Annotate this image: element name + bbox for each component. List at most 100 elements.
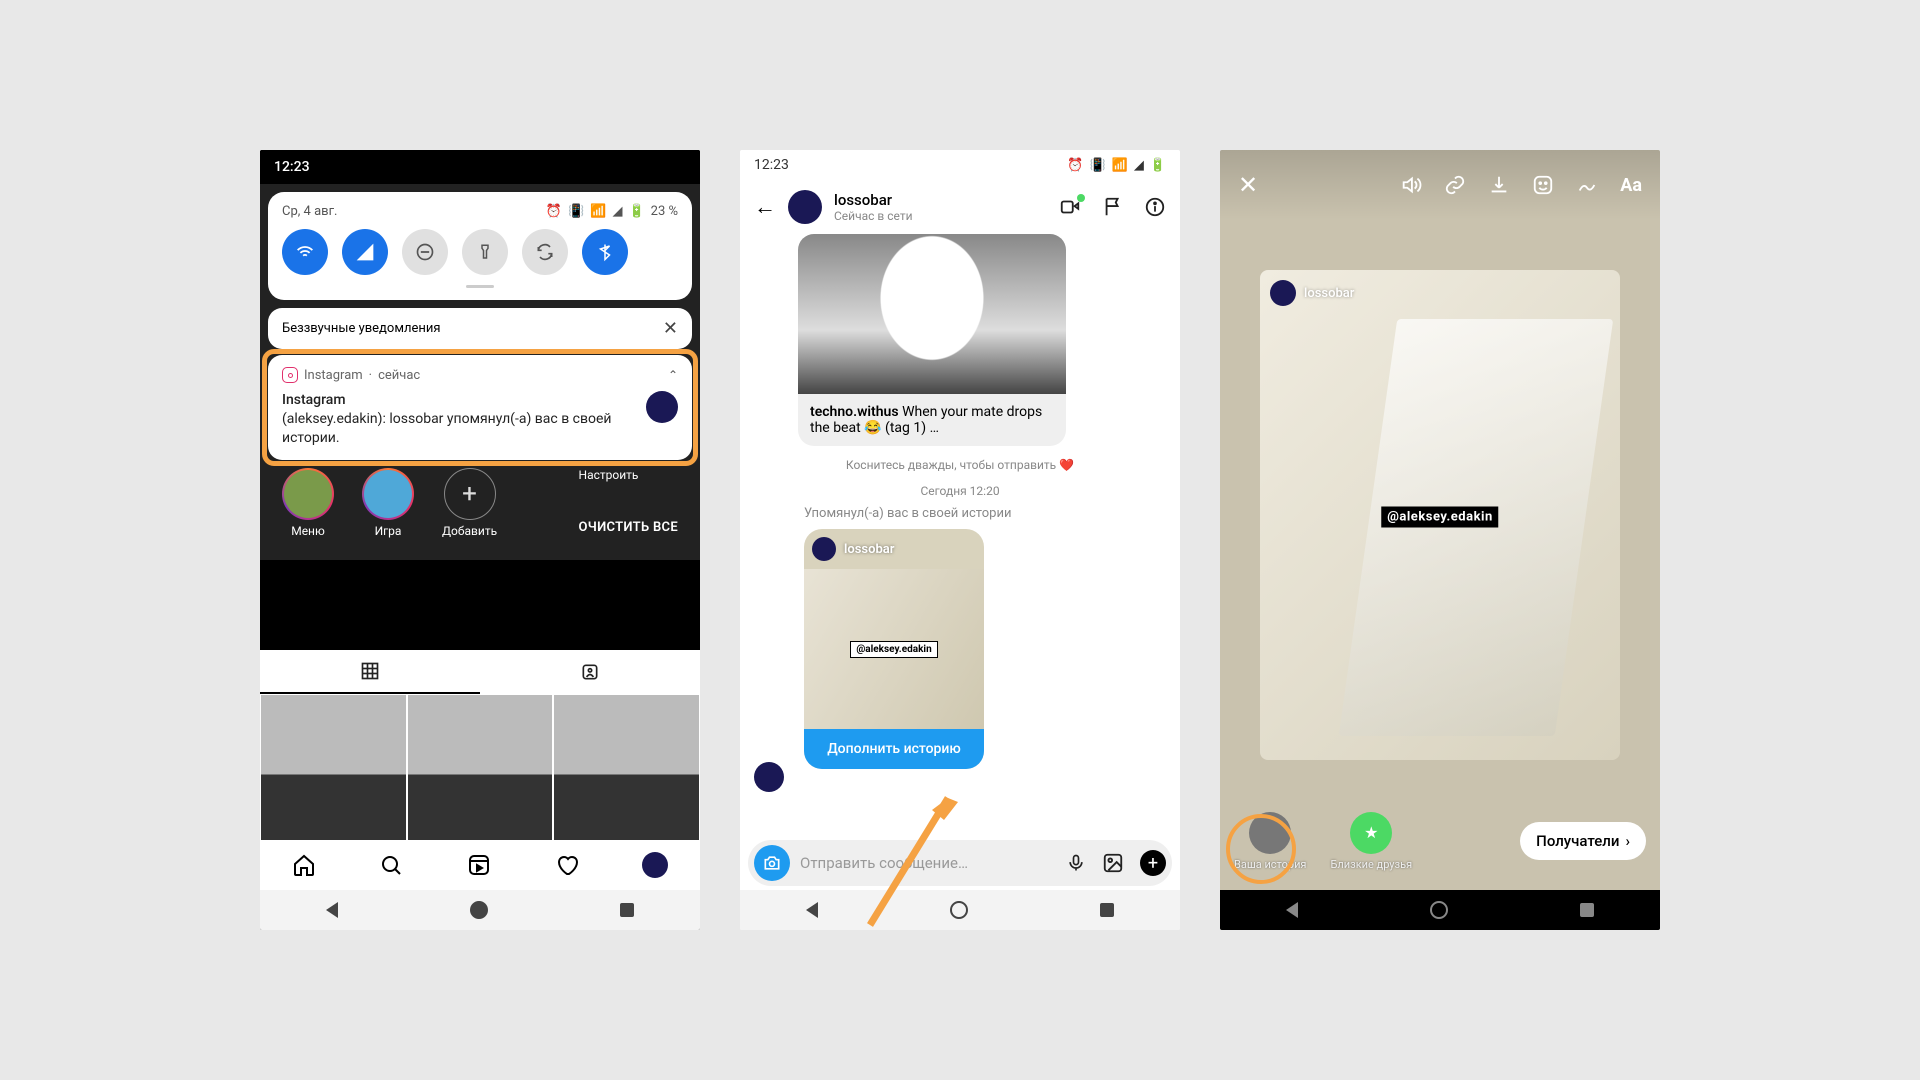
recents-button[interactable] <box>1100 903 1114 917</box>
heart-icon[interactable] <box>555 853 579 877</box>
draw-icon[interactable] <box>1576 174 1598 196</box>
your-story-label: Ваша история <box>1234 858 1306 871</box>
story-editor-toolbar: ✕ Aa <box>1220 150 1660 220</box>
story-author-avatar <box>812 537 836 561</box>
highlight-add-label: Добавить <box>442 524 497 538</box>
wifi-icon: 📶 <box>590 204 606 219</box>
composer-input[interactable]: Отправить сообщение… <box>800 854 1056 872</box>
story-preview-image: @aleksey.edakin <box>804 569 984 729</box>
link-icon[interactable] <box>1444 174 1466 196</box>
clear-all-button[interactable]: ОЧИСТИТЬ ВСЕ <box>579 504 678 535</box>
grid-thumb[interactable] <box>407 694 554 841</box>
chat-header: ← lossobar Сейчас в сети <box>740 180 1180 234</box>
signal-icon: ◢ <box>612 204 622 219</box>
highlight-add[interactable]: + <box>444 468 496 520</box>
highlight-menu-label: Меню <box>291 524 325 538</box>
your-story-avatar <box>1249 812 1291 854</box>
download-icon[interactable] <box>1488 174 1510 196</box>
shared-post-image <box>798 234 1066 394</box>
chat-avatar[interactable] <box>788 190 822 224</box>
sound-icon[interactable] <box>1400 174 1422 196</box>
grid-thumb[interactable] <box>260 694 407 841</box>
story-mention-preview[interactable]: lossobar @aleksey.edakin Дополнить истор… <box>804 529 984 769</box>
mention-label: Упомянул(-а) вас в своей истории <box>740 506 1180 521</box>
reels-icon[interactable] <box>467 853 491 877</box>
close-icon[interactable]: ✕ <box>1238 171 1258 199</box>
notification-avatar <box>646 391 678 423</box>
notification-shade: Ср, 4 авг. ⏰ 📳 📶 ◢ 🔋 23 % <box>260 184 700 560</box>
highlight-menu[interactable] <box>282 468 334 520</box>
qs-data-toggle[interactable] <box>342 229 388 275</box>
highlight-game-label: Игра <box>375 524 402 538</box>
recipients-button[interactable]: Получатели › <box>1520 822 1646 860</box>
highlight-game[interactable] <box>362 468 414 520</box>
instagram-notification[interactable]: Instagram · сейчас ⌃ Instagram (aleksey.… <box>268 355 692 460</box>
grid-tab[interactable] <box>260 650 480 694</box>
status-time: 12:23 <box>274 159 310 175</box>
notif-body-text: (aleksey.edakin): lossobar упомянул(-а) … <box>282 410 636 448</box>
back-arrow-icon[interactable]: ← <box>754 194 776 220</box>
qs-bluetooth-toggle[interactable] <box>582 229 628 275</box>
grid-thumb[interactable] <box>553 694 700 841</box>
dismiss-silent-icon[interactable]: ✕ <box>663 318 678 339</box>
your-story-button[interactable]: Ваша история <box>1234 812 1306 871</box>
qs-wifi-toggle[interactable] <box>282 229 328 275</box>
video-call-icon[interactable] <box>1058 196 1082 218</box>
notif-title: Instagram <box>282 391 636 410</box>
vibrate-icon: 📳 <box>1089 158 1105 173</box>
shared-post-message[interactable]: techno.withus When your mate drops the b… <box>740 234 1180 446</box>
home-icon[interactable] <box>292 853 316 877</box>
search-icon[interactable] <box>379 853 403 877</box>
chat-presence: Сейчас в сети <box>834 209 913 223</box>
qs-autorotate-toggle[interactable] <box>522 229 568 275</box>
qs-flashlight-toggle[interactable] <box>462 229 508 275</box>
story-mention-tag: @aleksey.edakin <box>850 641 937 658</box>
shade-drag-handle[interactable] <box>466 285 494 288</box>
story-share-row: Ваша история ★ Близкие друзья Получатели… <box>1220 796 1660 886</box>
shade-settings-label[interactable]: Настроить <box>579 468 678 482</box>
close-friends-icon: ★ <box>1350 812 1392 854</box>
message-composer: Отправить сообщение… + <box>748 840 1172 886</box>
home-button[interactable] <box>470 901 488 919</box>
reposted-story-card[interactable]: lossobar @aleksey.edakin <box>1260 270 1620 760</box>
tagged-tab[interactable] <box>480 650 700 694</box>
sticker-icon[interactable] <box>1532 174 1554 196</box>
android-nav-bar <box>740 890 1180 930</box>
profile-avatar-icon[interactable] <box>642 852 668 878</box>
story-card-avatar <box>1270 280 1296 306</box>
signal-icon: ◢ <box>1134 158 1144 173</box>
profile-tabs <box>260 650 700 694</box>
story-card-username: lossobar <box>1304 286 1354 301</box>
notif-time: сейчас <box>378 368 420 383</box>
qs-dnd-toggle[interactable] <box>402 229 448 275</box>
android-nav-bar <box>260 890 700 930</box>
back-button[interactable] <box>1286 902 1298 918</box>
doubletap-hint: Коснитесь дважды, чтобы отправить ❤️ <box>740 458 1180 472</box>
home-button[interactable] <box>1430 901 1448 919</box>
notif-sep: · <box>369 368 372 383</box>
gallery-icon[interactable] <box>1102 852 1124 874</box>
info-icon[interactable] <box>1144 196 1166 218</box>
add-to-story-button[interactable]: Дополнить историю <box>804 729 984 769</box>
recents-button[interactable] <box>620 903 634 917</box>
photo-grid <box>260 694 700 841</box>
collapse-chevron-icon[interactable]: ⌃ <box>668 368 678 382</box>
flag-icon[interactable] <box>1102 196 1124 218</box>
mic-icon[interactable] <box>1066 852 1086 874</box>
chat-username[interactable]: lossobar <box>834 191 913 209</box>
back-button[interactable] <box>806 902 818 918</box>
text-tool-icon[interactable]: Aa <box>1620 175 1642 196</box>
back-button[interactable] <box>326 902 338 918</box>
quick-settings-panel: Ср, 4 авг. ⏰ 📳 📶 ◢ 🔋 23 % <box>268 192 692 300</box>
notif-app-name: Instagram <box>304 368 363 383</box>
phone-notification-shade: 12:23 Ср, 4 авг. ⏰ 📳 📶 ◢ 🔋 23 % <box>260 150 700 930</box>
android-nav-bar <box>1220 890 1660 930</box>
recents-button[interactable] <box>1580 903 1594 917</box>
sender-avatar <box>754 762 784 792</box>
add-icon[interactable]: + <box>1140 850 1166 876</box>
wifi-icon: 📶 <box>1112 158 1128 173</box>
home-button[interactable] <box>950 901 968 919</box>
battery-icon: 🔋 <box>1150 158 1166 173</box>
close-friends-button[interactable]: ★ Близкие друзья <box>1330 812 1412 871</box>
camera-button[interactable] <box>754 845 790 881</box>
